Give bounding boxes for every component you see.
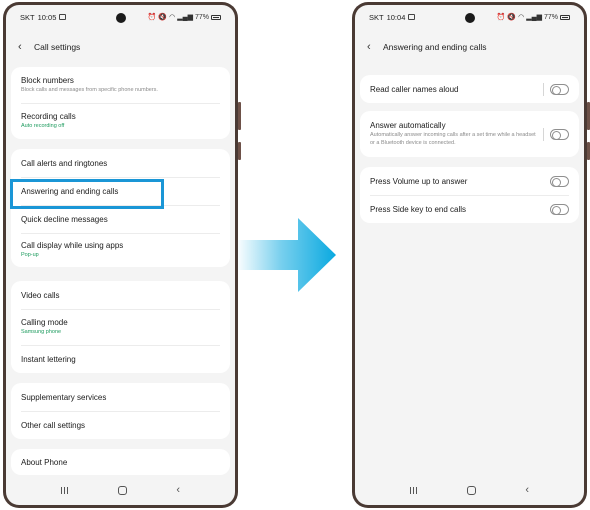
front-camera: [115, 13, 126, 23]
item-title: Video calls: [21, 290, 60, 300]
recent-apps-icon[interactable]: [60, 486, 68, 494]
item-title: Recording calls: [21, 111, 76, 121]
quick-decline-item[interactable]: Quick decline messages: [11, 205, 230, 233]
item-title: Instant lettering: [21, 354, 76, 364]
carrier-label: SKT: [369, 12, 384, 22]
other-call-settings-item[interactable]: Other call settings: [11, 411, 230, 439]
item-subtitle: Pop-up: [21, 251, 39, 258]
clock: 10:04: [386, 12, 406, 22]
item-subtitle: Auto recording off: [21, 122, 65, 129]
battery-percent: 77%: [194, 13, 209, 21]
recording-calls-item[interactable]: Recording calls Auto recording off: [11, 103, 230, 139]
volume-up-answer-toggle[interactable]: [550, 175, 569, 187]
read-caller-names-item[interactable]: Read caller names aloud: [360, 75, 579, 103]
item-title: Other call settings: [21, 420, 86, 430]
back-arrow-icon[interactable]: ‹: [18, 41, 34, 53]
back-nav-icon[interactable]: ‹: [525, 484, 529, 496]
arrow-graphic: [236, 218, 336, 292]
divider: [543, 127, 544, 141]
toggle-group-3: Press Volume up to answer Press Side key…: [360, 167, 579, 223]
home-icon[interactable]: [117, 485, 127, 495]
item-title: Quick decline messages: [21, 214, 108, 224]
block-numbers-item[interactable]: Block numbers Block calls and messages f…: [11, 67, 230, 103]
alarm-icon: ⏰: [147, 14, 157, 21]
supplementary-services-item[interactable]: Supplementary services: [11, 383, 230, 411]
volume-button: [238, 102, 241, 130]
navigation-bar: ‹: [6, 475, 235, 505]
alarm-icon: ⏰: [496, 14, 506, 21]
gallery-icon: [408, 14, 416, 20]
instant-lettering-item[interactable]: Instant lettering: [11, 345, 230, 373]
video-calls-item[interactable]: Video calls: [11, 281, 230, 309]
item-title: Supplementary services: [21, 392, 107, 402]
side-key-end-toggle[interactable]: [550, 203, 569, 215]
side-key-end-item[interactable]: Press Side key to end calls: [360, 195, 579, 223]
right-screen: SKT 10:04 ⏰ 🔇 ◠ ▂▄▆ 77% ‹ Answering and …: [355, 5, 584, 505]
item-title: Block numbers: [21, 75, 74, 85]
toggle-group-1: Read caller names aloud: [360, 75, 579, 103]
item-title: Read caller names aloud: [370, 84, 459, 94]
page-header: ‹ Answering and ending calls: [355, 35, 584, 59]
mute-icon: 🔇: [158, 14, 168, 21]
page-title: Call settings: [34, 42, 81, 52]
settings-group-5: About Phone: [11, 449, 230, 475]
settings-group-1: Block numbers Block calls and messages f…: [11, 67, 230, 139]
divider: [543, 82, 544, 96]
volume-up-answer-item[interactable]: Press Volume up to answer: [360, 167, 579, 195]
mute-icon: 🔇: [507, 14, 517, 21]
signal-icon: ▂▄▆: [526, 14, 542, 21]
wifi-icon: ◠: [518, 14, 525, 21]
battery-percent: 77%: [543, 13, 558, 21]
back-arrow-icon[interactable]: ‹: [367, 41, 383, 53]
toggle-group-2: Answer automatically Automatically answe…: [360, 111, 579, 157]
wifi-icon: ◠: [169, 14, 176, 21]
answer-automatically-item[interactable]: Answer automatically Automatically answe…: [360, 111, 579, 157]
left-phone-frame: SKT 10:05 ⏰ 🔇 ◠ ▂▄▆ 77% ‹ Call settings: [3, 2, 241, 508]
gallery-icon: [59, 14, 67, 20]
item-title: Press Volume up to answer: [370, 176, 468, 186]
home-icon[interactable]: [466, 485, 476, 495]
right-phone-frame: SKT 10:04 ⏰ 🔇 ◠ ▂▄▆ 77% ‹ Answering and …: [352, 2, 590, 508]
page-title: Answering and ending calls: [383, 42, 487, 52]
item-title: Calling mode: [21, 317, 68, 327]
settings-group-3: Video calls Calling mode Samsung phone I…: [11, 281, 230, 373]
answer-automatically-toggle[interactable]: [550, 128, 569, 140]
item-title: About Phone: [21, 457, 68, 467]
calling-mode-item[interactable]: Calling mode Samsung phone: [11, 309, 230, 345]
battery-icon: [560, 14, 570, 20]
recent-apps-icon[interactable]: [409, 486, 417, 494]
back-nav-icon[interactable]: ‹: [176, 484, 180, 496]
signal-icon: ▂▄▆: [177, 14, 193, 21]
clock: 10:05: [37, 12, 57, 22]
carrier-label: SKT: [20, 12, 35, 22]
left-screen: SKT 10:05 ⏰ 🔇 ◠ ▂▄▆ 77% ‹ Call settings: [6, 5, 235, 505]
call-alerts-item[interactable]: Call alerts and ringtones: [11, 149, 230, 177]
settings-group-4: Supplementary services Other call settin…: [11, 383, 230, 439]
item-subtitle: Samsung phone: [21, 328, 62, 335]
side-key: [238, 142, 241, 160]
call-display-item[interactable]: Call display while using apps Pop-up: [11, 233, 230, 267]
highlight-box: [10, 179, 164, 209]
transition-arrow-icon: [236, 218, 338, 292]
item-title: Call alerts and ringtones: [21, 158, 108, 168]
item-title: Call display while using apps: [21, 240, 124, 250]
about-phone-item[interactable]: About Phone: [11, 449, 230, 475]
item-title: Press Side key to end calls: [370, 204, 467, 214]
front-camera: [464, 13, 475, 23]
tutorial-canvas: SKT 10:05 ⏰ 🔇 ◠ ▂▄▆ 77% ‹ Call settings: [0, 0, 590, 510]
read-caller-names-toggle[interactable]: [550, 83, 569, 95]
item-subtitle: Block calls and messages from specific p…: [21, 86, 158, 93]
battery-icon: [211, 14, 221, 20]
navigation-bar: ‹: [355, 475, 584, 505]
item-subtitle: Automatically answer incoming calls afte…: [370, 132, 536, 146]
page-header: ‹ Call settings: [6, 35, 235, 59]
item-title: Answer automatically: [370, 121, 446, 131]
